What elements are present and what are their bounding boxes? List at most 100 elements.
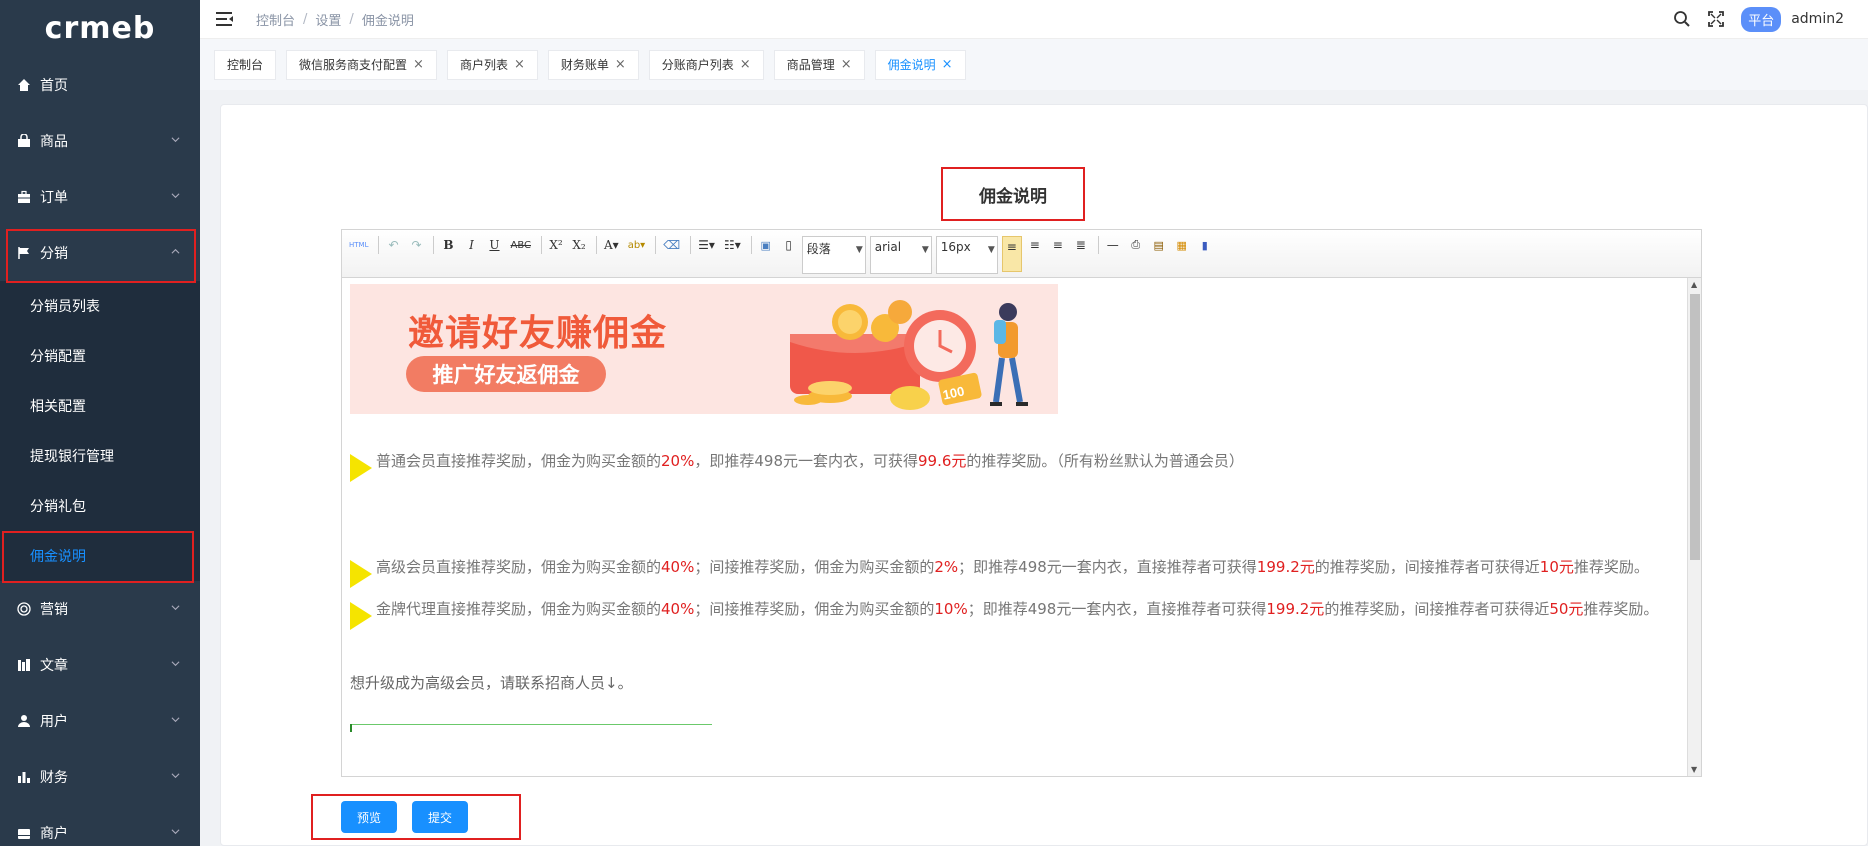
chevron-down-icon xyxy=(171,137,180,143)
sidebar-subitem-bank-management[interactable]: 提现银行管理 xyxy=(0,431,200,481)
scroll-up-icon[interactable]: ▲ xyxy=(1691,280,1697,289)
align-justify-icon[interactable]: ≣ xyxy=(1071,236,1091,254)
tag-merchant-list[interactable]: 商户列表 × xyxy=(446,49,538,80)
bar-chart-icon xyxy=(16,769,32,785)
strikethrough-icon[interactable]: ABC xyxy=(507,236,534,254)
sidebar-item-label: 商品 xyxy=(40,134,68,150)
main-card: 佣金说明 HTML ↶ ↷ B I U ABC X² X₂ A▾ ab▾ ⌫ ☰… xyxy=(220,104,1868,846)
tags-view: 控制台 微信服务商支付配置 × 商户列表 × 财务账单 × 分账商户列表 × 商品管理 ×… xyxy=(200,38,1868,90)
italic-icon[interactable]: I xyxy=(461,236,481,254)
close-icon[interactable]: × xyxy=(841,57,852,72)
editor-scrollbar[interactable]: ▲ ▼ xyxy=(1687,278,1701,776)
bold-icon[interactable]: B xyxy=(438,236,458,254)
paragraph-select[interactable]: 段落 ▼ xyxy=(801,236,866,274)
undo-icon[interactable]: ↶ xyxy=(383,236,403,254)
fullscreen-icon[interactable] xyxy=(1707,10,1725,28)
image-icon[interactable]: ▦ xyxy=(1172,236,1192,254)
sidebar-subitem-distribution-config[interactable]: 分销配置 xyxy=(0,331,200,381)
chevron-down-icon xyxy=(171,717,180,723)
page-title: 佣金说明 xyxy=(979,186,1047,207)
tag-commission-note[interactable]: 佣金说明 × xyxy=(874,49,966,80)
paste-icon[interactable]: ▤ xyxy=(1149,236,1169,254)
editor-content[interactable]: 邀请好友赚佣金 推广好友返佣金 100 普通会员直接推荐奖励，佣金为购买金额的2… xyxy=(342,278,1687,776)
chevron-down-icon xyxy=(171,661,180,667)
chevron-down-icon xyxy=(171,773,180,779)
tag-dashboard[interactable]: 控制台 xyxy=(214,49,277,80)
preview-button[interactable]: 预览 xyxy=(341,801,398,833)
rich-text-editor: HTML ↶ ↷ B I U ABC X² X₂ A▾ ab▾ ⌫ ☰▾ ☷▾ … xyxy=(341,229,1702,777)
superscript-icon[interactable]: X² xyxy=(546,236,566,254)
sidebar-item-marketing[interactable]: 营销 xyxy=(0,581,200,637)
chevron-up-icon xyxy=(171,248,180,254)
print-icon[interactable]: ⎙ xyxy=(1126,236,1146,254)
eraser-icon[interactable]: ⌫ xyxy=(660,236,683,254)
sidebar-item-label: 文章 xyxy=(40,658,68,674)
horizontal-rule-icon[interactable]: — xyxy=(1103,236,1123,254)
tag-product-management[interactable]: 商品管理 × xyxy=(773,49,865,80)
platform-badge: 平台 xyxy=(1741,6,1782,32)
editor-toolbar: HTML ↶ ↷ B I U ABC X² X₂ A▾ ab▾ ⌫ ☰▾ ☷▾ … xyxy=(342,230,1701,278)
align-right-icon[interactable]: ≡ xyxy=(1048,236,1068,254)
sidebar-subitem-gift-pack[interactable]: 分销礼包 xyxy=(0,481,200,531)
breadcrumb-item[interactable]: 设置 xyxy=(315,10,341,29)
logo[interactable]: crmeb xyxy=(0,0,200,57)
sidebar-item-distribution[interactable]: 分销 xyxy=(0,225,200,281)
caret-down-icon: ▼ xyxy=(987,245,995,255)
search-icon[interactable] xyxy=(1673,10,1691,28)
scroll-down-icon[interactable]: ▼ xyxy=(1691,765,1697,774)
logo-text: crmeb xyxy=(44,11,156,46)
redo-icon[interactable]: ↷ xyxy=(406,236,426,254)
align-left-icon[interactable]: ≡ xyxy=(1001,236,1022,272)
user-name[interactable]: admin2 xyxy=(1791,11,1844,27)
sidebar-item-home[interactable]: 首页 xyxy=(0,57,200,113)
caret-down-icon: ▼ xyxy=(921,245,929,255)
background-color-icon[interactable]: ab▾ xyxy=(625,236,649,254)
sidebar-item-label: 商户 xyxy=(40,826,68,842)
sidebar-item-merchant[interactable]: 商户 xyxy=(0,805,200,846)
close-icon[interactable]: × xyxy=(514,57,525,72)
sidebar-item-article[interactable]: 文章 xyxy=(0,637,200,693)
scroll-thumb[interactable] xyxy=(1690,294,1700,560)
close-icon[interactable]: × xyxy=(615,57,626,72)
subscript-icon[interactable]: X₂ xyxy=(569,236,589,254)
video-icon[interactable]: ▮ xyxy=(1195,236,1215,254)
tag-wechat-pay-config[interactable]: 微信服务商支付配置 × xyxy=(286,49,437,80)
close-icon[interactable]: × xyxy=(942,57,953,72)
html-source-button[interactable]: HTML xyxy=(346,236,371,254)
paragraph-senior-member: 高级会员直接推荐奖励，佣金为购买金额的40%；间接推荐奖励，佣金为购买金额的2%… xyxy=(350,556,1679,588)
sidebar-item-order[interactable]: 订单 xyxy=(0,169,200,225)
close-icon[interactable]: × xyxy=(740,57,751,72)
chevron-down-icon xyxy=(171,829,180,835)
tag-finance-bill[interactable]: 财务账单 × xyxy=(547,49,639,80)
sidebar-item-user[interactable]: 用户 xyxy=(0,693,200,749)
flag-icon xyxy=(16,245,32,261)
sidebar-item-product[interactable]: 商品 xyxy=(0,113,200,169)
sidebar-item-label: 首页 xyxy=(40,78,68,94)
menu-toggle-icon[interactable] xyxy=(216,11,234,27)
unordered-list-icon[interactable]: ☷▾ xyxy=(721,236,744,254)
home-icon xyxy=(16,77,32,93)
sidebar-item-finance[interactable]: 财务 xyxy=(0,749,200,805)
distribution-submenu: 分销员列表 分销配置 相关配置 提现银行管理 分销礼包 佣金说明 xyxy=(0,281,200,581)
font-family-select[interactable]: arial ▼ xyxy=(869,236,932,274)
submit-button[interactable]: 提交 xyxy=(412,801,469,833)
ordered-list-icon[interactable]: ☰▾ xyxy=(695,236,718,254)
sidebar-subitem-commission-note[interactable]: 佣金说明 xyxy=(0,531,200,581)
banner-title: 邀请好友赚佣金 xyxy=(408,313,668,354)
underline-icon[interactable]: U xyxy=(484,236,504,254)
close-icon[interactable]: × xyxy=(413,57,424,72)
align-center-icon[interactable]: ≡ xyxy=(1025,236,1045,254)
page-icon[interactable]: ▯ xyxy=(779,236,799,254)
caret-down-icon: ▼ xyxy=(855,245,863,255)
user-icon xyxy=(16,713,32,729)
tag-split-merchant-list[interactable]: 分账商户列表 × xyxy=(648,49,764,80)
sidebar-subitem-distributor-list[interactable]: 分销员列表 xyxy=(0,281,200,331)
font-size-select[interactable]: 16px ▼ xyxy=(935,236,998,274)
font-color-icon[interactable]: A▾ xyxy=(601,236,622,254)
bag-icon xyxy=(16,133,32,149)
sidebar-item-label: 营销 xyxy=(40,602,68,618)
paragraph-gold-agent: 金牌代理直接推荐奖励，佣金为购买金额的40%；间接推荐奖励，佣金为购买金额的10… xyxy=(350,598,1679,630)
breadcrumb-item[interactable]: 控制台 xyxy=(256,10,295,29)
sidebar-subitem-related-config[interactable]: 相关配置 xyxy=(0,381,200,431)
text-box-icon[interactable]: ▣ xyxy=(756,236,776,254)
